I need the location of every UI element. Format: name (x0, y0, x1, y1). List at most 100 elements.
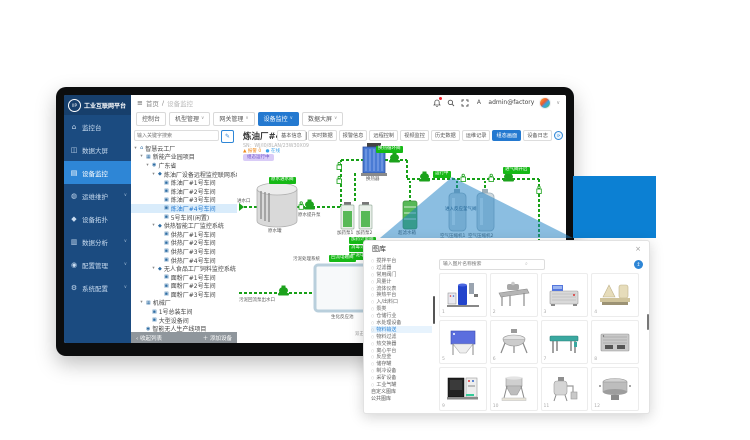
sidebar-item-config[interactable]: ◉配置管理∨ (64, 253, 131, 276)
tree-node-workshop[interactable]: ▣炼油厂#2号车间 (131, 187, 237, 196)
pump-heat-loop[interactable] (389, 153, 400, 163)
pump-sludge-return[interactable] (278, 286, 289, 296)
sidebar-item-dashboard[interactable]: ⌂监控台 (64, 115, 131, 138)
tree-node-workshop[interactable]: ▣供热厂#4号车间 (131, 256, 237, 265)
tree-node-system[interactable]: ▾◆供热智能工厂监控系统 (131, 221, 237, 230)
category-item[interactable]: ○常用阀门 (371, 271, 435, 278)
library-item-mixer-tank[interactable]: 11 (541, 367, 589, 411)
library-item-pump-skid[interactable]: 1 (439, 273, 487, 317)
tree-node-workshop-selected[interactable]: ▣炼油厂#4号车间 (131, 204, 237, 213)
search-icon[interactable] (446, 98, 455, 107)
tree-node-region[interactable]: ▾◉广东省 (131, 161, 237, 170)
category-item-selected[interactable]: ○物料输送 (371, 326, 432, 333)
tree-node-system[interactable]: ▾◆无人食品工厂饲料监控系统 (131, 264, 237, 273)
pill-running[interactable]: 运行中 (433, 171, 451, 178)
category-item[interactable]: ○热交换器 (371, 340, 435, 347)
avatar[interactable] (539, 97, 551, 109)
air-compressor-2[interactable] (477, 189, 494, 231)
tab-data-screen[interactable]: 数据大屏∨ (302, 112, 343, 126)
add-device-button[interactable]: ＋ 添加设备 (203, 334, 232, 342)
tree-node-workshop[interactable]: ▣面粉厂#3号车间 (131, 290, 237, 299)
uf-water-tank[interactable] (403, 201, 417, 229)
category-item[interactable]: ○流体仪表 (371, 285, 435, 292)
library-item-conveyor[interactable]: 2 (490, 273, 538, 317)
tab-model-mgmt[interactable]: 机型管理∨ (169, 112, 210, 126)
collapse-menu-icon[interactable]: ≡ (137, 99, 143, 107)
library-item-work-table[interactable]: 7 (541, 320, 589, 364)
tree-node-workshop[interactable]: ▣供热厂#3号车间 (131, 247, 237, 256)
tree-node-workshop[interactable]: ▣供热厂#2号车间 (131, 239, 237, 248)
library-search-input[interactable] (439, 259, 545, 270)
category-item[interactable]: ○入/出料口 (371, 298, 435, 305)
sidebar-item-topology[interactable]: ◆设备拓扑 (64, 207, 131, 230)
close-icon[interactable]: × (635, 245, 641, 253)
tree-node-project[interactable]: ◉智能无人生产线项目 (131, 324, 237, 332)
category-item[interactable]: ○制冷设备 (371, 367, 435, 374)
raw-water-tank[interactable] (257, 183, 297, 227)
pill-inlet-valve[interactable]: 原水进水阀 (269, 177, 296, 184)
tab-device-monitor[interactable]: 设备监控∨ (258, 112, 299, 126)
category-item[interactable]: ○物料过滤 (371, 333, 435, 340)
category-item[interactable]: ○风量计 (371, 278, 435, 285)
library-item-machine-screen[interactable]: 3 (541, 273, 589, 317)
tree-node-workshop[interactable]: ▣供热厂#1号车间 (131, 230, 237, 239)
category-item[interactable]: ○采矿设备 (371, 374, 435, 381)
dosing-tank-2[interactable] (359, 202, 372, 229)
pill-return-valve[interactable]: 回流电磁阀 (329, 255, 356, 262)
collapse-list-button[interactable]: ‹ 收起列表 (136, 334, 162, 342)
library-item-vent-unit[interactable]: 8 (591, 320, 639, 364)
item-number: 9 (442, 404, 445, 409)
dosing-tank-1[interactable] (341, 202, 354, 229)
category-item[interactable]: ○泵类 (371, 305, 435, 312)
public-library-link[interactable]: 公共图库 (371, 395, 435, 402)
library-item-hopper-feeder[interactable]: 5 (439, 320, 487, 364)
category-item[interactable]: ○仓储行业 (371, 312, 435, 319)
tree-node-project[interactable]: ▾▦新能产业园项目 (131, 153, 237, 162)
bell-icon[interactable] (432, 98, 441, 107)
library-item-steel-hopper[interactable]: 10 (490, 367, 538, 411)
pump-circulation[interactable] (419, 172, 430, 182)
pump-raw-water[interactable] (304, 200, 315, 210)
tree-node-workshop[interactable]: ▣5号车间(闲置) (131, 213, 237, 222)
tree-node-system[interactable]: ▾◆炼油厂设备远程监控联网系统 (131, 170, 237, 179)
user-email[interactable]: admin@factory (488, 99, 534, 106)
category-item[interactable]: ○离心平台 (371, 347, 435, 354)
tree-node-workshop[interactable]: ▣炼油厂#3号车间 (131, 196, 237, 205)
sidebar-item-analytics[interactable]: ▥数据分析∨ (64, 230, 131, 253)
category-item[interactable]: ○反应釜 (371, 353, 435, 360)
tree-node-workshop[interactable]: ▣炼油厂#1号车间 (131, 178, 237, 187)
category-item[interactable]: ○过滤器 (371, 264, 435, 271)
tree-node-workshop[interactable]: ▣面粉厂#1号车间 (131, 273, 237, 282)
library-item-round-sifter[interactable]: 12 (591, 367, 639, 411)
breadcrumb[interactable]: 首页 (146, 98, 159, 108)
category-item[interactable]: ○换热平台 (371, 291, 435, 298)
sidebar-item-device-monitor[interactable]: ▤设备监控 (64, 161, 131, 184)
fullscreen-icon[interactable] (460, 98, 469, 107)
language-icon[interactable]: A (474, 98, 483, 107)
chevron-down-icon[interactable]: ∨ (556, 100, 560, 106)
library-item-kettle-mixer[interactable]: 6 (490, 320, 538, 364)
upload-button[interactable]: ↥ (634, 260, 643, 269)
tree-search-input[interactable] (134, 130, 219, 141)
tree-node-workshop[interactable]: ▣1号总装车间 (131, 307, 237, 316)
edit-tree-button[interactable]: ✎ (221, 130, 234, 143)
sidebar-item-system[interactable]: ⚙系统配置∨ (64, 276, 131, 299)
tree-node-workshop[interactable]: ▣面粉厂#2号车间 (131, 282, 237, 291)
pill-heat-loop-valve[interactable]: 换热循环阀 (376, 146, 403, 153)
tree-node-workshop[interactable]: ▣大型设备间 (131, 316, 237, 325)
tab-console[interactable]: 控制台 (136, 112, 166, 126)
category-item[interactable]: ○搅拌平台 (371, 257, 435, 264)
tree-node-root[interactable]: ▾⌂智慧云工厂 (131, 144, 237, 153)
category-item[interactable]: ○储存罐 (371, 360, 435, 367)
category-item[interactable]: ○工业气罐 (371, 381, 435, 388)
tree-node-factory[interactable]: ▾▦机械厂 (131, 299, 237, 308)
library-item-separator[interactable]: 4 (591, 273, 639, 317)
library-item-ice-machine[interactable]: 9 (439, 367, 487, 411)
pill-air-valve[interactable]: 进气阀开启 (503, 167, 530, 174)
custom-library-link[interactable]: 自定义图库 (371, 388, 435, 395)
tab-gateway-mgmt[interactable]: 网关管理∨ (213, 112, 254, 126)
sidebar-item-bigscreen[interactable]: ◫数据大屏 (64, 138, 131, 161)
category-item[interactable]: ○水处理设备 (371, 319, 435, 326)
grid-scrollbar[interactable] (647, 314, 649, 330)
sidebar-item-maintenance[interactable]: ◍运维维护∨ (64, 184, 131, 207)
